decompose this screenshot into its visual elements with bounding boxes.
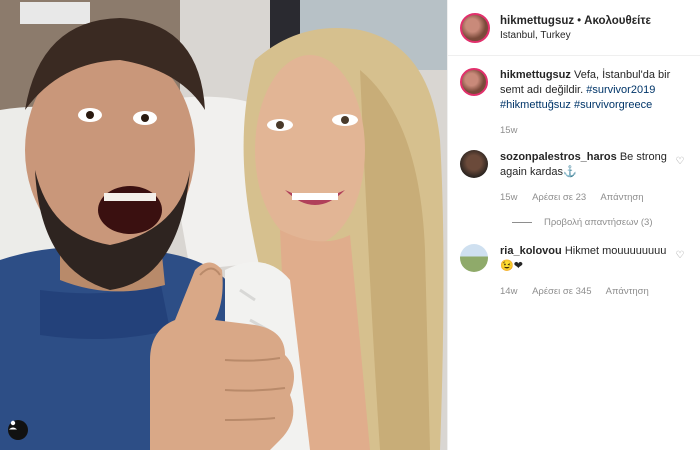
avatar[interactable] xyxy=(460,244,488,272)
comment-timestamp[interactable]: 15w xyxy=(500,192,517,203)
divider xyxy=(512,222,532,223)
heart-icon[interactable]: ♡ xyxy=(672,250,688,261)
caption-timestamp[interactable]: 15w xyxy=(500,125,517,136)
post-photo[interactable] xyxy=(0,0,447,450)
comment-timestamp[interactable]: 14w xyxy=(500,286,517,297)
user-tag-button[interactable] xyxy=(8,420,28,440)
avatar[interactable] xyxy=(460,150,488,178)
following-button[interactable]: Ακολουθείτε xyxy=(584,15,651,27)
comment-item: ria_kolovou Hikmet mouuuuuuuu😉❤ 14w Αρέσ… xyxy=(460,244,688,299)
hashtag-link[interactable]: #hikmettuğsuz xyxy=(500,99,571,111)
photo-illustration xyxy=(0,0,447,450)
comments-list: hikmettugsuz Vefa, İstanbul'da bir semt … xyxy=(448,56,700,299)
user-tag-icon xyxy=(9,420,17,430)
hashtag-link[interactable]: #survivor2019 xyxy=(586,84,655,96)
avatar[interactable] xyxy=(460,12,490,43)
heart-icon[interactable]: ♡ xyxy=(672,156,688,167)
comment-likes[interactable]: Αρέσει σε 23 xyxy=(532,192,586,203)
separator-dot: • xyxy=(577,14,582,27)
post-side-panel: hikmettugsuz • Ακολουθείτε Istanbul, Turke… xyxy=(447,0,700,450)
view-replies-button[interactable]: Προβολή απαντήσεων (3) xyxy=(512,217,688,228)
reply-button[interactable]: Απάντηση xyxy=(606,286,649,297)
comment-username[interactable]: sozonpalestros_haros xyxy=(500,151,617,163)
post-header: hikmettugsuz • Ακολουθείτε Istanbul, Turke… xyxy=(448,0,700,56)
view-replies-label: Προβολή απαντήσεων (3) xyxy=(544,217,653,228)
comment-likes[interactable]: Αρέσει σε 345 xyxy=(532,286,591,297)
avatar[interactable] xyxy=(460,68,488,96)
comment-item: sozonpalestros_haros Be strong again kar… xyxy=(460,150,688,205)
location-link[interactable]: Istanbul, Turkey xyxy=(500,30,651,41)
header-username[interactable]: hikmettugsuz xyxy=(500,15,574,27)
reply-button[interactable]: Απάντηση xyxy=(600,192,643,203)
hashtag-link[interactable]: #survivorgreece xyxy=(574,99,652,111)
caption: hikmettugsuz Vefa, İstanbul'da bir semt … xyxy=(460,68,688,138)
comment-username[interactable]: ria_kolovou xyxy=(500,245,562,257)
caption-username[interactable]: hikmettugsuz xyxy=(500,69,571,81)
